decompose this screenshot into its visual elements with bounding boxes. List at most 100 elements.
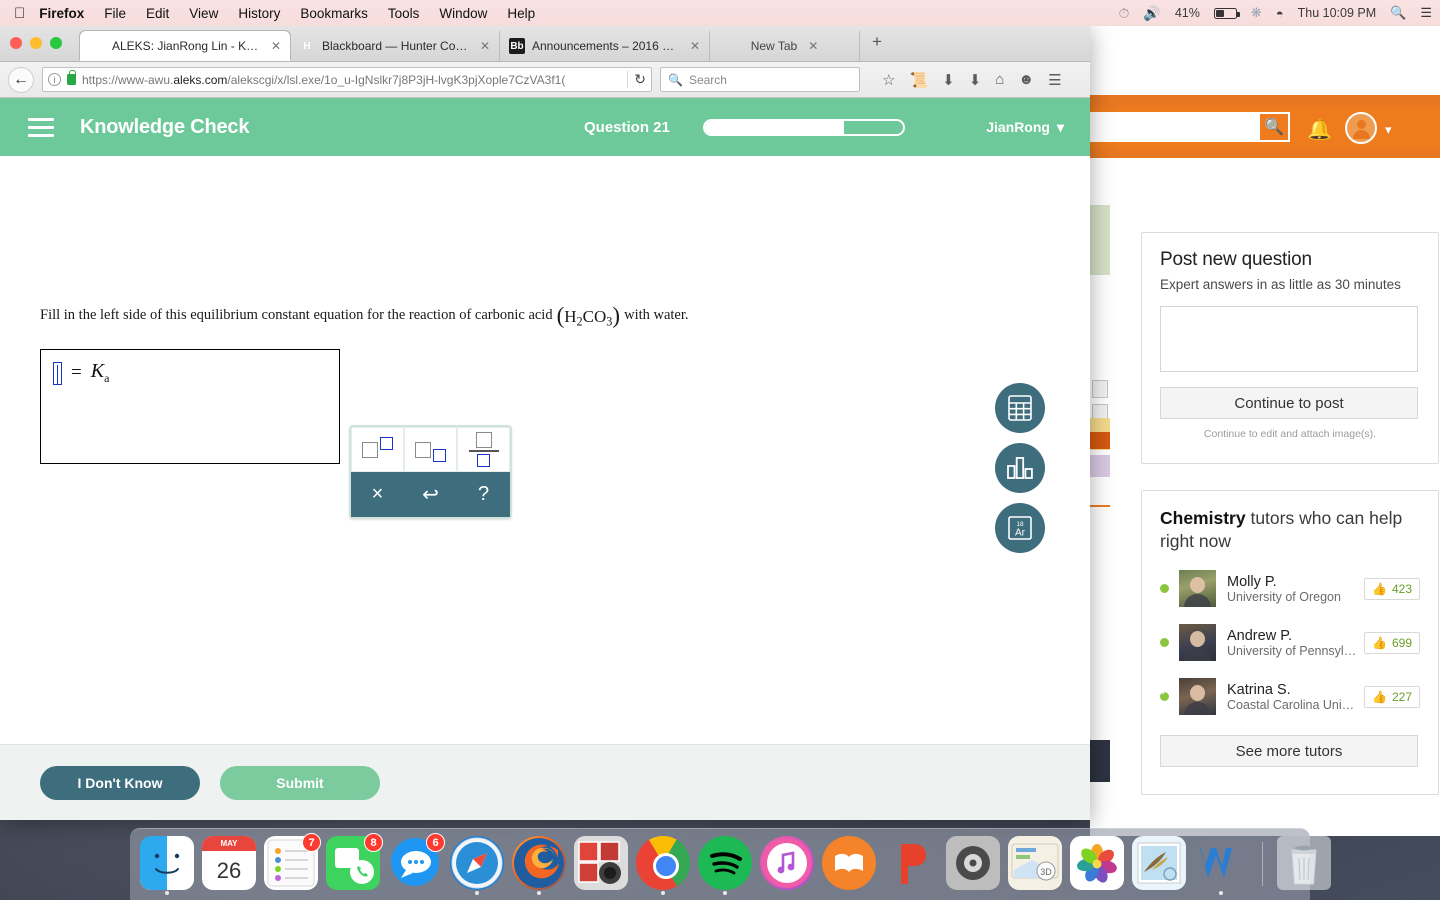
calculator-button[interactable] [995,383,1045,433]
avatar [1179,624,1216,662]
wifi-icon[interactable]: ◓ [1276,6,1284,21]
background-site-search-input[interactable] [1090,112,1280,142]
help-button[interactable]: ? [457,472,510,517]
dock-item-word[interactable] [1194,836,1248,895]
chemical-formula: (H2CO3) [556,303,621,329]
see-more-tutors-button[interactable]: See more tutors [1160,735,1418,768]
dock-item-maps[interactable]: 3D [1008,836,1062,890]
continue-to-post-button[interactable]: Continue to post [1160,387,1418,419]
post-question-textarea[interactable] [1160,306,1418,372]
user-avatar-icon[interactable] [1345,112,1377,144]
menu-item-view[interactable]: View [189,6,218,21]
tab-blackboard-hunter[interactable]: H Blackboard — Hunter College ✕ [290,31,500,61]
post-new-question-card: Post new question Expert answers in as l… [1141,232,1439,464]
list-item[interactable]: Molly P. University of Oregon 👍 423 [1160,570,1420,608]
search-icon[interactable]: 🔍 [1258,112,1290,142]
close-icon[interactable]: ✕ [808,39,818,53]
dock-item-mail[interactable] [1132,836,1186,890]
volume-icon[interactable]: 🔊 [1143,5,1160,22]
spotlight-search-icon[interactable]: 🔍 [1390,5,1406,21]
time-machine-icon[interactable]: ⏱ [1118,5,1129,22]
system-preferences-icon [946,836,1000,890]
back-button[interactable]: ← [8,66,34,93]
menubar-clock[interactable]: Thu 10:09 PM [1298,6,1377,20]
tutor-vote-count: 227 [1391,689,1412,704]
tab-announcements[interactable]: Bb Announcements – 2016 Spr… ✕ [500,31,710,61]
dock-item-photo-booth[interactable] [574,836,628,890]
undo-button[interactable]: ↩ [404,472,457,517]
downloads-icon[interactable]: ⬇ [969,71,982,89]
dock-item-ibooks[interactable] [822,836,876,890]
dock-item-spotify[interactable] [698,836,752,895]
menu-item-edit[interactable]: Edit [146,6,169,21]
site-info-icon[interactable]: i [48,73,61,86]
reader-list-icon[interactable]: 📜 [909,71,928,89]
notifications-bell-icon[interactable]: 🔔 [1307,117,1332,142]
window-controls[interactable] [10,37,62,49]
new-tab-button[interactable]: + [860,32,894,56]
dock-item-messages[interactable]: 8 [326,833,383,890]
background-site-orange-strip-top [1090,95,1440,107]
user-name-label: JianRong [986,119,1050,135]
close-icon[interactable]: ✕ [271,39,281,53]
dock-item-reminders[interactable]: 7 [264,833,321,890]
dock-item-finder[interactable] [140,836,194,895]
superscript-button[interactable] [351,427,404,472]
menu-item-bookmarks[interactable]: Bookmarks [300,6,368,21]
dock-item-imessage[interactable]: 6 [388,833,445,890]
menu-item-window[interactable]: Window [439,6,487,21]
tab-aleks[interactable]: A ALEKS: JianRong Lin - Kno… ✕ [80,31,290,61]
dock-item-photos[interactable] [1070,836,1124,890]
background-site-orange-strip-bottom [1090,149,1440,158]
question-text-before: Fill in the left side of this equilibriu… [40,307,553,324]
submit-button[interactable]: Submit [220,765,380,800]
home-icon[interactable]: ⌂ [995,71,1004,88]
menu-item-help[interactable]: Help [507,6,535,21]
bookmark-star-icon[interactable]: ☆ [882,71,895,89]
bar-chart-button[interactable] [995,443,1045,493]
close-icon[interactable]: ✕ [480,39,490,53]
math-cursor-placeholder[interactable] [53,361,62,385]
sync-smiley-icon[interactable]: ☻ [1018,71,1034,88]
menu-item-firefox[interactable]: Firefox [39,6,84,21]
tab-new-tab[interactable]: New Tab ✕ [710,31,860,61]
apple-icon[interactable]:  [14,6,25,21]
tab-label: Announcements – 2016 Spr… [532,39,679,53]
close-window-button[interactable] [10,37,22,49]
hamburger-menu-icon[interactable]: ☰ [1048,71,1061,89]
pocket-icon[interactable]: ⬇ [942,71,955,89]
minimize-window-button[interactable] [30,37,42,49]
list-item[interactable]: Andrew P. University of Pennsyl… 👍 699 [1160,624,1420,662]
periodic-table-button[interactable]: 18 Ar [995,503,1045,553]
chevron-down-icon[interactable]: ▾ [1385,122,1392,138]
fraction-button[interactable] [457,427,510,472]
menu-item-file[interactable]: File [104,6,126,21]
notification-center-icon[interactable]: ☰ [1420,5,1432,21]
menu-item-history[interactable]: History [238,6,280,21]
answer-input-box[interactable]: = Ka [40,349,340,464]
menu-item-tools[interactable]: Tools [388,6,420,21]
dock-item-chrome[interactable] [636,836,690,895]
maximize-window-button[interactable] [50,37,62,49]
bluetooth-icon[interactable]: ❋ [1251,5,1262,21]
search-input[interactable]: 🔍 Search [660,67,860,92]
dock-item-safari[interactable] [450,836,504,895]
close-icon[interactable]: ✕ [690,39,700,53]
user-menu[interactable]: JianRong ▾ [986,119,1064,136]
dock-item-calendar[interactable]: MAY 26 [202,836,256,890]
dock-item-firefox[interactable] [512,836,566,895]
clear-button[interactable]: × [351,472,404,517]
menu-hamburger-icon[interactable] [28,117,54,137]
chemistry-tutors-card: Chemistry tutors who can help right now … [1141,490,1439,795]
dock-item-system-preferences[interactable] [946,836,1000,890]
bg-page-sliver-rand [1090,505,1110,519]
address-bar[interactable]: i https://www-awu.aleks.com/alekscgi/x/l… [42,67,652,92]
battery-icon[interactable] [1213,7,1240,19]
list-item[interactable]: Katrina S. Coastal Carolina Uni… 👍 227 [1160,678,1420,716]
dock-item-powerpoint[interactable] [884,836,938,890]
dock-item-itunes[interactable] [760,836,814,890]
reload-icon[interactable]: ↻ [627,71,646,88]
dock-item-trash[interactable] [1277,836,1331,890]
subscript-button[interactable] [404,427,457,472]
i-dont-know-button[interactable]: I Don't Know [40,765,200,800]
